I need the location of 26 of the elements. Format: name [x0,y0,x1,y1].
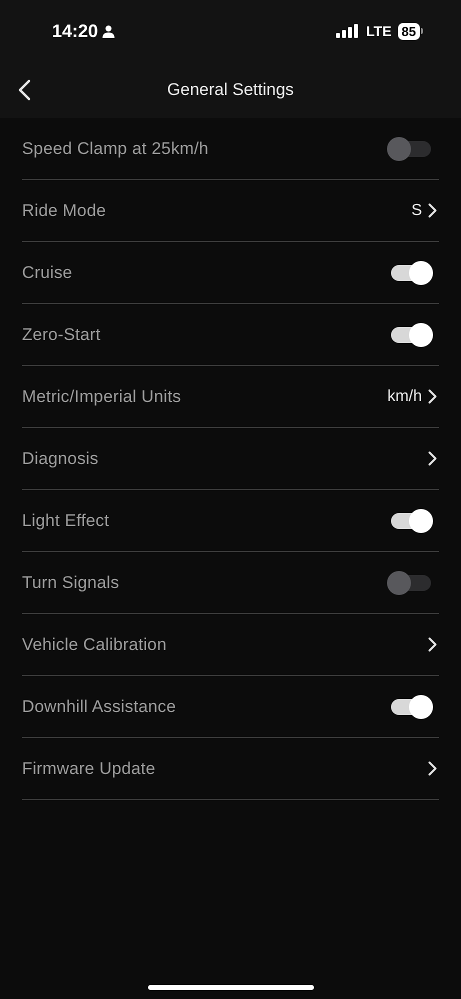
battery-level: 85 [398,22,420,40]
chevron-right-icon [428,389,437,404]
setting-label: Ride Mode [22,200,106,222]
chevron-right-icon [428,637,437,652]
chevron-right-icon [428,451,437,466]
setting-label: Speed Clamp at 25km/h [22,138,209,160]
network-label: LTE [366,22,392,40]
signal-icon [336,24,360,38]
setting-label: Diagnosis [22,448,98,470]
setting-label: Firmware Update [22,758,156,780]
setting-label: Cruise [22,262,72,284]
setting-label: Zero-Start [22,324,101,346]
chevron-right-icon [428,203,437,218]
setting-label: Light Effect [22,510,110,532]
setting-label: Turn Signals [22,572,120,594]
page-title: General Settings [167,79,294,102]
setting-value: km/h [387,386,422,406]
setting-label: Vehicle Calibration [22,634,167,656]
back-button[interactable] [16,77,33,103]
setting-label: Downhill Assistance [22,696,176,718]
chevron-right-icon [428,761,437,776]
setting-value: S [411,200,422,220]
person-icon [102,24,116,38]
back-icon [18,79,31,101]
setting-label: Metric/Imperial Units [22,386,182,408]
status-time: 14:20 [52,20,98,42]
